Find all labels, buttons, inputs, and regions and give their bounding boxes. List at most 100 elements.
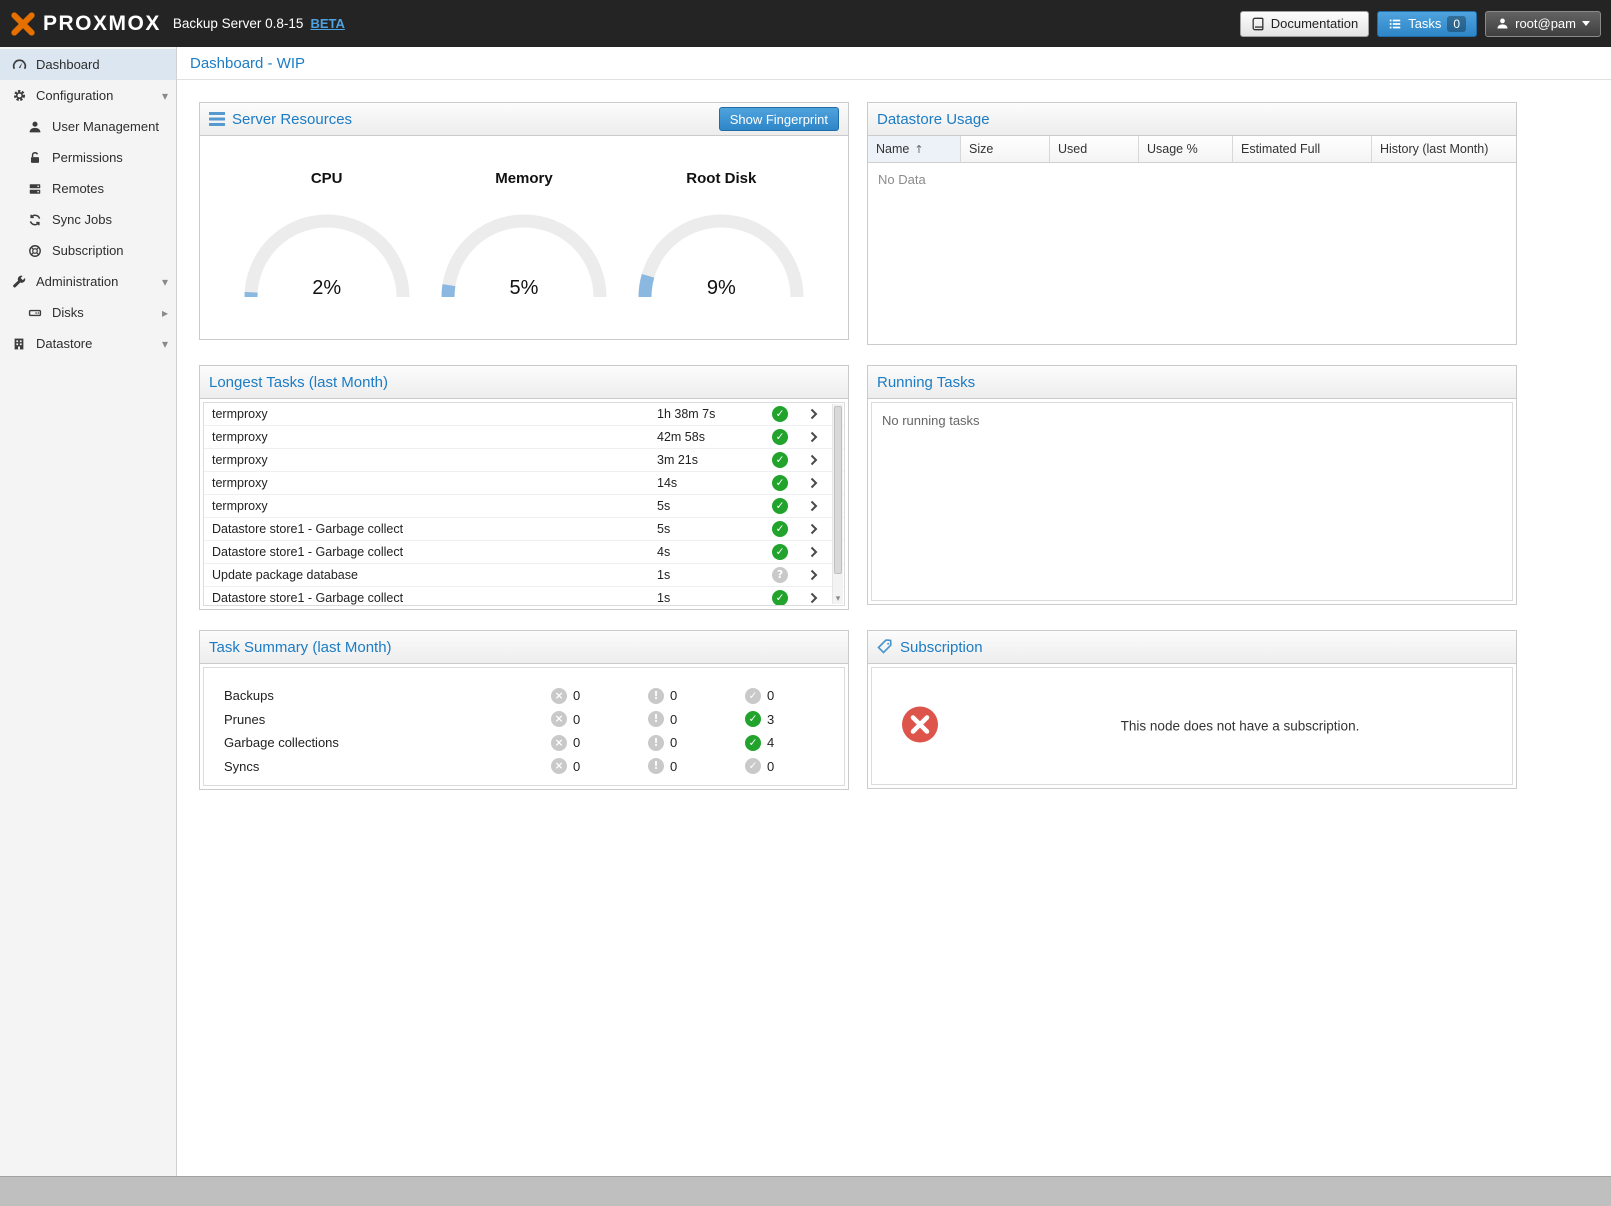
task-duration: 14s	[657, 476, 762, 490]
sidebar-item-label: Datastore	[36, 336, 92, 351]
server-icon	[27, 182, 43, 196]
no-data-text: No Data	[868, 163, 1516, 196]
ok-count: 4	[767, 735, 774, 750]
task-duration: 3m 21s	[657, 453, 762, 467]
sidebar-item-datastore[interactable]: Datastore ▾	[0, 328, 176, 359]
caret-down-icon	[1582, 21, 1590, 26]
task-detail-chevron-icon[interactable]	[798, 408, 830, 420]
building-icon	[11, 337, 27, 351]
column-header-used[interactable]: Used	[1050, 136, 1139, 162]
user-menu-button[interactable]: root@pam	[1485, 11, 1601, 37]
task-name: termproxy	[204, 453, 657, 467]
task-summary-row: Prunes × 0 ! 0 ✓ 3	[204, 708, 844, 732]
subscription-header: Subscription	[868, 631, 1516, 664]
cpu-gauge: CPU 2%	[236, 170, 418, 303]
task-row[interactable]: termproxy 5s ✓	[204, 495, 844, 518]
task-status-icon: ✓	[772, 498, 788, 514]
sidebar-item-remotes[interactable]: Remotes	[0, 173, 176, 204]
documentation-button[interactable]: Documentation	[1240, 11, 1369, 37]
top-actions: Documentation Tasks 0 root@pam	[1240, 11, 1601, 37]
sidebar-item-administration[interactable]: Administration ▾	[0, 266, 176, 297]
sidebar-item-disks[interactable]: Disks ▸	[0, 297, 176, 328]
task-row[interactable]: termproxy 3m 21s ✓	[204, 449, 844, 472]
ok-count: 0	[767, 688, 774, 703]
warning-count-icon: !	[648, 688, 664, 704]
task-summary-row: Backups × 0 ! 0 ✓ 0	[204, 684, 844, 708]
sidebar-item-sync-jobs[interactable]: Sync Jobs	[0, 204, 176, 235]
task-row[interactable]: Datastore store1 - Garbage collect 1s ✓	[204, 587, 844, 606]
ok-count-icon: ✓	[745, 758, 761, 774]
task-summary-label: Backups	[224, 688, 551, 703]
warning-count: 0	[670, 712, 677, 727]
sidebar-item-configuration[interactable]: Configuration ▾	[0, 80, 176, 111]
error-count-icon: ×	[551, 688, 567, 704]
window-bottom-edge	[0, 1176, 1611, 1206]
page-header: Dashboard - WIP	[177, 47, 1611, 80]
datastore-usage-panel: Datastore Usage Name ↑ Size Used Usage %…	[867, 102, 1517, 345]
error-count-icon: ×	[551, 758, 567, 774]
task-duration: 5s	[657, 522, 762, 536]
task-detail-chevron-icon[interactable]	[798, 523, 830, 535]
task-summary-row: Syncs × 0 ! 0 ✓ 0	[204, 755, 844, 779]
no-subscription-icon	[900, 705, 940, 748]
task-row[interactable]: termproxy 42m 58s ✓	[204, 426, 844, 449]
column-header-usage-pct[interactable]: Usage %	[1139, 136, 1233, 162]
warning-count: 0	[670, 759, 677, 774]
warning-count: 0	[670, 688, 677, 703]
book-icon	[1251, 17, 1265, 31]
sidebar-item-label: Disks	[52, 305, 84, 320]
server-resources-icon	[209, 112, 225, 126]
sidebar-item-user-management[interactable]: User Management	[0, 111, 176, 142]
task-name: termproxy	[204, 476, 657, 490]
beta-link[interactable]: BETA	[310, 16, 344, 31]
gauge-value: 2%	[236, 277, 418, 300]
task-detail-chevron-icon[interactable]	[798, 454, 830, 466]
server-resources-header: Server Resources Show Fingerprint	[200, 103, 848, 136]
life-ring-icon	[27, 244, 43, 258]
error-count-icon: ×	[551, 735, 567, 751]
subscription-panel: Subscription This node does not have a s…	[867, 630, 1517, 789]
task-status-icon: ✓	[772, 406, 788, 422]
scrollbar-thumb[interactable]	[834, 406, 842, 574]
column-header-name[interactable]: Name ↑	[868, 136, 961, 162]
task-status-icon: ✓	[772, 521, 788, 537]
tasks-button[interactable]: Tasks 0	[1377, 11, 1477, 37]
column-header-size[interactable]: Size	[961, 136, 1050, 162]
gauge-label: Memory	[433, 170, 615, 187]
show-fingerprint-button[interactable]: Show Fingerprint	[719, 107, 839, 131]
datastore-grid-header: Name ↑ Size Used Usage % Estimated Full …	[868, 136, 1516, 163]
task-detail-chevron-icon[interactable]	[798, 431, 830, 443]
warning-count: 0	[670, 735, 677, 750]
caret-down-icon: ▾	[162, 337, 168, 351]
tasks-label: Tasks	[1408, 16, 1441, 31]
sidebar-item-permissions[interactable]: Permissions	[0, 142, 176, 173]
task-summary-label: Syncs	[224, 759, 551, 774]
scrollbar[interactable]: ▾	[832, 404, 843, 604]
task-status-icon: ✓	[772, 544, 788, 560]
task-row[interactable]: termproxy 1h 38m 7s ✓	[204, 403, 844, 426]
panel-title: Datastore Usage	[877, 111, 990, 128]
no-running-tasks-text: No running tasks	[872, 403, 1512, 438]
column-header-history[interactable]: History (last Month)	[1372, 136, 1516, 162]
scroll-down-icon[interactable]: ▾	[833, 594, 843, 604]
user-label: root@pam	[1515, 16, 1576, 31]
panel-title: Subscription	[900, 639, 983, 656]
sidebar-item-dashboard[interactable]: Dashboard	[0, 49, 176, 80]
task-detail-chevron-icon[interactable]	[798, 477, 830, 489]
task-row[interactable]: Datastore store1 - Garbage collect 5s ✓	[204, 518, 844, 541]
task-row[interactable]: Update package database 1s ?	[204, 564, 844, 587]
task-status-icon: ✓	[772, 475, 788, 491]
ok-count-icon: ✓	[745, 688, 761, 704]
sidebar-item-subscription[interactable]: Subscription	[0, 235, 176, 266]
task-summary-list: Backups × 0 ! 0 ✓ 0 Prunes × 0 ! 0 ✓ 3 G…	[204, 668, 844, 778]
task-detail-chevron-icon[interactable]	[798, 500, 830, 512]
column-header-estimated-full[interactable]: Estimated Full	[1233, 136, 1372, 162]
task-detail-chevron-icon[interactable]	[798, 592, 830, 604]
task-row[interactable]: Datastore store1 - Garbage collect 4s ✓	[204, 541, 844, 564]
documentation-label: Documentation	[1271, 16, 1358, 31]
task-detail-chevron-icon[interactable]	[798, 546, 830, 558]
user-icon	[1496, 17, 1509, 30]
task-detail-chevron-icon[interactable]	[798, 569, 830, 581]
task-row[interactable]: termproxy 14s ✓	[204, 472, 844, 495]
warning-count-icon: !	[648, 711, 664, 727]
